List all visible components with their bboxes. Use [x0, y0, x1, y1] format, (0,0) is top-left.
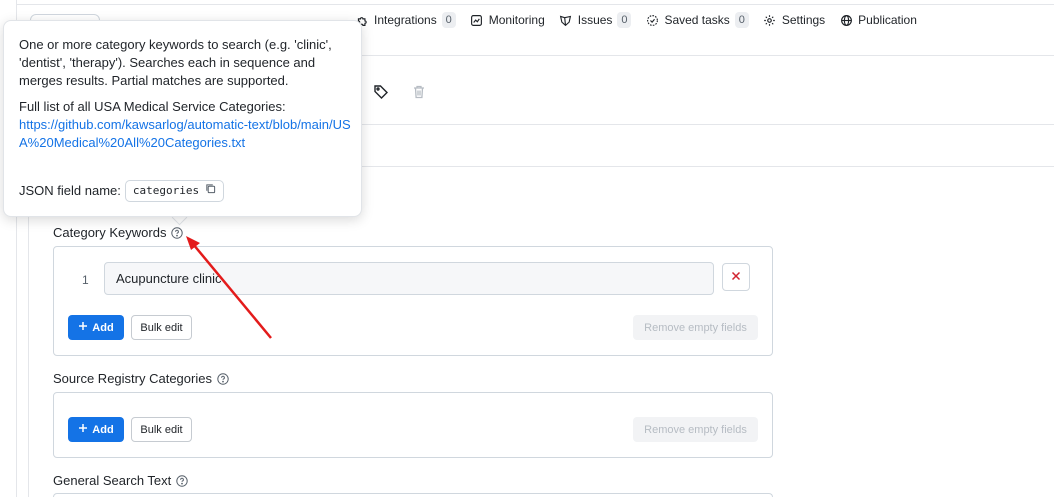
json-field-name: categories: [132, 184, 200, 197]
tab-label: Issues: [577, 13, 613, 27]
help-icon[interactable]: [217, 372, 229, 385]
remove-empty-fields-button: Remove empty fields: [633, 417, 758, 442]
field-label-text: Source Registry Categories: [53, 371, 212, 386]
globe-icon: [839, 13, 853, 27]
help-icon[interactable]: [171, 226, 184, 239]
bulk-edit-button[interactable]: Bulk edit: [131, 315, 192, 340]
tab-integrations[interactable]: Integrations 0: [355, 12, 456, 28]
add-button-label: Add: [92, 423, 114, 436]
tab-label: Settings: [781, 13, 826, 27]
tab-saved-tasks[interactable]: Saved tasks 0: [645, 12, 749, 28]
trash-icon[interactable]: [411, 84, 427, 100]
bulk-edit-button[interactable]: Bulk edit: [131, 417, 192, 442]
help-tooltip: One or more category keywords to search …: [3, 20, 362, 217]
category-keyword-input[interactable]: Acupuncture clinic: [104, 262, 714, 295]
tab-label: Saved tasks: [664, 13, 730, 27]
add-button[interactable]: Add: [68, 315, 124, 340]
json-field-label: JSON field name:: [19, 183, 121, 198]
remove-empty-fields-button: Remove empty fields: [633, 315, 758, 340]
general-search-label: General Search Text: [53, 473, 188, 488]
tab-publication[interactable]: Publication: [839, 13, 917, 27]
json-field-chip[interactable]: categories: [124, 180, 225, 202]
plus-icon: [78, 321, 88, 334]
tab-label: Monitoring: [488, 13, 545, 27]
count-badge: 0: [734, 12, 749, 28]
tab-monitoring[interactable]: Monitoring: [470, 13, 545, 27]
gear-icon: [763, 13, 777, 27]
categories-link[interactable]: https://github.com/kawsarlog/automatic-t…: [19, 116, 354, 152]
tab-bar: Integrations 0 Monitoring Issues 0 Saved…: [355, 12, 917, 28]
tooltip-full-list: Full list of all USA Medical Service Cat…: [19, 98, 354, 152]
row-index: 1: [82, 273, 89, 287]
chart-icon: [470, 13, 484, 27]
field-label-text: General Search Text: [53, 473, 172, 488]
tag-icon[interactable]: [373, 84, 389, 100]
tooltip-description: One or more category keywords to search …: [19, 37, 332, 88]
field-label-text: Category Keywords: [53, 225, 167, 240]
tab-issues[interactable]: Issues 0: [559, 12, 632, 28]
count-badge: 0: [617, 12, 632, 28]
tab-label: Publication: [858, 13, 917, 27]
plus-icon: [78, 423, 88, 436]
general-search-box[interactable]: [53, 493, 773, 497]
saved-tasks-icon: [645, 13, 659, 27]
copy-icon[interactable]: [205, 182, 216, 200]
tooltip-json-field: JSON field name: categories: [19, 180, 225, 202]
count-badge: 0: [441, 12, 456, 28]
tab-settings[interactable]: Settings: [763, 13, 825, 27]
close-icon: [731, 268, 741, 286]
help-icon[interactable]: [176, 474, 188, 487]
remove-item-button[interactable]: [722, 263, 750, 291]
category-keywords-label: Category Keywords: [53, 225, 184, 240]
add-button-label: Add: [92, 321, 114, 334]
add-button[interactable]: Add: [68, 417, 124, 442]
source-registry-label: Source Registry Categories: [53, 371, 229, 386]
tab-label: Integrations: [374, 13, 437, 27]
bug-icon: [559, 13, 573, 27]
tooltip-full-list-label: Full list of all USA Medical Service Cat…: [19, 99, 286, 114]
